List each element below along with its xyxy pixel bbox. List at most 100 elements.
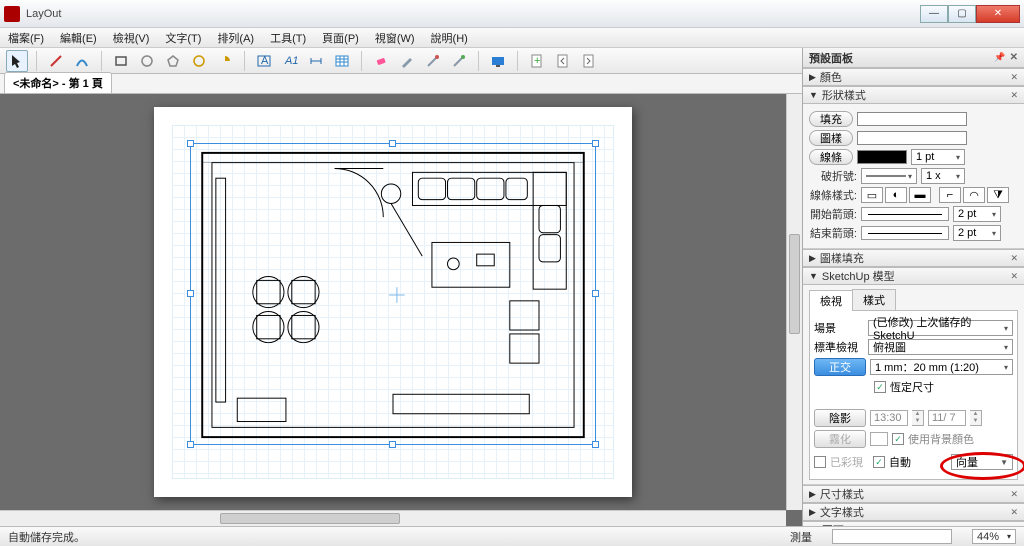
startarrow-preview[interactable] — [861, 207, 949, 221]
subtab-view[interactable]: 檢視 — [809, 290, 853, 311]
document-tab[interactable]: <未命名> - 第 1 頁 — [4, 72, 112, 93]
menu-window[interactable]: 視窗(W) — [371, 28, 419, 48]
join-bevel[interactable]: ⧩ — [987, 187, 1009, 203]
join-miter[interactable]: ⌐ — [939, 187, 961, 203]
prev-page-button[interactable] — [552, 50, 574, 72]
resize-handle-e[interactable] — [592, 290, 599, 297]
fill-swatch[interactable] — [857, 112, 967, 126]
resize-handle-sw[interactable] — [187, 441, 194, 448]
subtab-style[interactable]: 樣式 — [852, 289, 896, 310]
stdview-combo[interactable]: 俯視圖▾ — [868, 339, 1013, 355]
dimension-tool[interactable] — [305, 50, 327, 72]
line-tool[interactable] — [45, 50, 67, 72]
join-buttons: ⌐◠⧩ — [939, 187, 1009, 203]
shadow-date-input[interactable]: 11/ 7 — [928, 410, 966, 426]
tray-pattern[interactable]: 圖樣填充✕ — [803, 249, 1024, 267]
startarrow-size-combo[interactable]: 2 pt▾ — [953, 206, 1001, 222]
scale-combo[interactable]: 1 mm：20 mm (1:20)▾ — [870, 359, 1013, 375]
fog-button[interactable]: 霧化 — [814, 430, 866, 448]
join-tool[interactable] — [448, 50, 470, 72]
locksize-checkbox[interactable]: ✓ — [874, 381, 886, 393]
auto-checkbox[interactable]: ✓ — [873, 456, 885, 468]
menu-edit[interactable]: 編輯(E) — [56, 28, 101, 48]
resize-handle-nw[interactable] — [187, 140, 194, 147]
horizontal-scrollbar[interactable] — [0, 510, 786, 526]
dash-style-combo[interactable]: ▾ — [861, 168, 917, 184]
maximize-button[interactable]: ▢ — [948, 5, 976, 23]
stroke-button[interactable]: 線條 — [809, 149, 853, 165]
polygon-tool[interactable] — [162, 50, 184, 72]
endarrow-preview[interactable] — [861, 226, 949, 240]
shadow-button[interactable]: 陰影 — [814, 409, 866, 427]
menu-pages[interactable]: 頁面(P) — [318, 28, 363, 48]
stroke-swatch[interactable] — [857, 150, 907, 164]
tray-textstyle[interactable]: 文字樣式✕ — [803, 503, 1024, 521]
table-tool[interactable] — [331, 50, 353, 72]
rendered-label: 已彩現 — [830, 454, 863, 470]
vertical-scrollbar[interactable] — [786, 94, 802, 510]
eraser-tool[interactable] — [370, 50, 392, 72]
statusbar: 自動儲存完成。 測量 44%▾ — [0, 526, 1024, 546]
menu-help[interactable]: 說明(H) — [427, 28, 472, 48]
menu-text[interactable]: 文字(T) — [161, 28, 205, 48]
split-tool[interactable] — [422, 50, 444, 72]
titlebar: LayOut — ▢ ✕ — [0, 0, 1024, 28]
tray-sketchup[interactable]: SketchUp 模型✕ — [803, 267, 1024, 285]
rendered-checkbox[interactable] — [814, 456, 826, 468]
pattern-swatch[interactable] — [857, 131, 967, 145]
selection-box[interactable] — [190, 143, 596, 445]
rectangle-tool[interactable] — [110, 50, 132, 72]
usebg-label: 使用背景顏色 — [908, 431, 974, 447]
endarrow-size-combo[interactable]: 2 pt▾ — [953, 225, 1001, 241]
label-tool[interactable]: A1 — [279, 50, 301, 72]
style-tool[interactable] — [396, 50, 418, 72]
resize-handle-ne[interactable] — [592, 140, 599, 147]
page-canvas[interactable] — [154, 107, 632, 497]
scene-combo[interactable]: (已修改) 上次儲存的 SketchU▾ — [868, 320, 1013, 336]
ortho-button[interactable]: 正交 — [814, 358, 866, 376]
measure-input[interactable] — [832, 529, 952, 544]
dash-scale-combo[interactable]: 1 x▾ — [921, 168, 965, 184]
stroke-width-combo[interactable]: 1 pt▾ — [911, 149, 965, 165]
menu-arrange[interactable]: 排列(A) — [213, 28, 258, 48]
side-panel-title-label: 預設面板 — [809, 50, 853, 66]
close-button[interactable]: ✕ — [976, 5, 1020, 23]
fill-button[interactable]: 填充 — [809, 111, 853, 127]
fog-color-swatch[interactable] — [870, 432, 888, 446]
date-spinner[interactable]: ▲▼ — [970, 410, 982, 426]
menu-tools[interactable]: 工具(T) — [266, 28, 310, 48]
circle2-tool[interactable] — [188, 50, 210, 72]
shadow-time-input[interactable]: 13:30 — [870, 410, 908, 426]
arc-tool[interactable] — [71, 50, 93, 72]
pin-icon[interactable]: 📌 — [994, 52, 1005, 63]
next-page-button[interactable] — [578, 50, 600, 72]
pie-tool[interactable] — [214, 50, 236, 72]
cap-flat[interactable]: ▭ — [861, 187, 883, 203]
cap-round[interactable]: ◐ — [885, 187, 907, 203]
resize-handle-n[interactable] — [389, 140, 396, 147]
pattern-button[interactable]: 圖樣 — [809, 130, 853, 146]
tray-shape[interactable]: 形狀樣式✕ — [803, 86, 1024, 104]
resize-handle-s[interactable] — [389, 441, 396, 448]
tray-dimension[interactable]: 尺寸樣式✕ — [803, 485, 1024, 503]
add-page-button[interactable]: + — [526, 50, 548, 72]
render-mode-combo[interactable]: 向量▼ — [951, 454, 1013, 470]
zoom-combo[interactable]: 44%▾ — [972, 529, 1016, 544]
circle-tool[interactable] — [136, 50, 158, 72]
panel-close-icon[interactable]: ✕ — [1010, 52, 1018, 63]
join-round[interactable]: ◠ — [963, 187, 985, 203]
select-tool[interactable] — [6, 50, 28, 72]
time-spinner[interactable]: ▲▼ — [912, 410, 924, 426]
menu-view[interactable]: 檢視(V) — [109, 28, 154, 48]
workspace[interactable] — [0, 94, 802, 526]
usebg-checkbox[interactable]: ✓ — [892, 433, 904, 445]
minimize-button[interactable]: — — [920, 5, 948, 23]
menu-file[interactable]: 檔案(F) — [4, 28, 48, 48]
cap-square[interactable]: ▬ — [909, 187, 931, 203]
tray-color[interactable]: 顏色✕ — [803, 68, 1024, 86]
presentation-tool[interactable] — [487, 50, 509, 72]
resize-handle-se[interactable] — [592, 441, 599, 448]
side-panel-title[interactable]: 預設面板 📌 ✕ — [803, 48, 1024, 68]
text-tool[interactable]: A — [253, 50, 275, 72]
resize-handle-w[interactable] — [187, 290, 194, 297]
